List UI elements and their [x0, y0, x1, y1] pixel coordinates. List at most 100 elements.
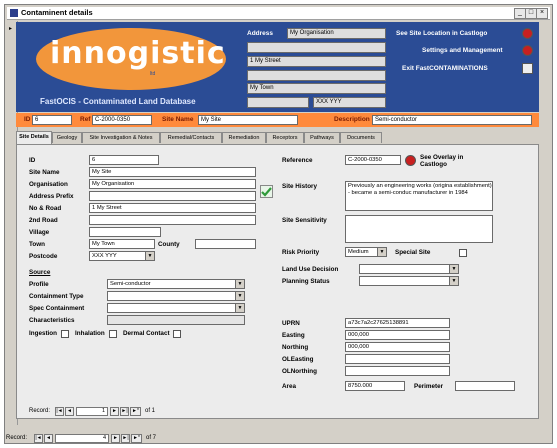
- area-label: Area: [282, 383, 297, 390]
- containment-type-dropdown[interactable]: ▼: [107, 291, 245, 301]
- outer-record-count: of 7: [146, 435, 157, 441]
- inner-record-number[interactable]: 1: [76, 407, 108, 416]
- inner-record-count: of 1: [145, 408, 156, 414]
- county-field[interactable]: [195, 239, 256, 249]
- special-site-checkbox[interactable]: [459, 249, 467, 257]
- dermal-contact-label: Dermal Contact: [123, 330, 170, 337]
- chevron-down-icon[interactable]: ▼: [145, 252, 154, 260]
- postcode-field[interactable]: XXX YYY ▼: [89, 251, 155, 261]
- reference-field[interactable]: C-2000-0350: [345, 155, 401, 165]
- address-postcode-b[interactable]: XXX YYY: [313, 97, 386, 108]
- planning-status-dropdown[interactable]: ▼: [359, 276, 459, 286]
- chevron-down-icon[interactable]: ▼: [235, 292, 244, 300]
- containment-type-label: Containment Type: [29, 293, 84, 300]
- uprn-field[interactable]: a73c7a2c27625138891: [345, 318, 450, 328]
- oleasting-label: OLEasting: [282, 356, 314, 363]
- site-name-form-field[interactable]: My Site: [89, 167, 256, 177]
- site-name-field[interactable]: My Site: [198, 115, 298, 125]
- characteristics-field[interactable]: [107, 315, 245, 325]
- see-site-location-link[interactable]: See Site Location in Castlogo: [396, 30, 487, 37]
- profile-label: Profile: [29, 281, 49, 288]
- tab-site-details[interactable]: Site Details: [16, 131, 52, 144]
- logo-text: innogistic: [50, 36, 226, 71]
- address-line5[interactable]: My Town: [247, 83, 386, 94]
- inner-last-record-button[interactable]: ►|: [120, 407, 129, 416]
- ingestion-checkbox[interactable]: [61, 330, 69, 338]
- outer-last-record-button[interactable]: ►|: [121, 434, 130, 443]
- outer-first-record-button[interactable]: |◄: [34, 434, 43, 443]
- site-details-panel: ID 6 Site Name My Site Organisation My O…: [16, 144, 539, 419]
- oleasting-field[interactable]: [345, 354, 450, 364]
- outer-record-number[interactable]: 4: [55, 434, 109, 443]
- tab-receptors[interactable]: Receptors: [266, 132, 304, 143]
- reference-bar: ID 6 Ref C-2000-0350 Site Name My Site D…: [16, 113, 539, 127]
- checkmark-icon[interactable]: [260, 185, 273, 198]
- settings-link[interactable]: Settings and Management: [422, 47, 503, 54]
- olnorthing-field[interactable]: [345, 366, 450, 376]
- tab-site-investigation[interactable]: Site Investigation & Notes: [82, 132, 160, 143]
- outer-new-record-button[interactable]: ►*: [131, 434, 142, 443]
- close-button[interactable]: ×: [536, 8, 548, 19]
- chevron-down-icon[interactable]: ▼: [235, 280, 244, 288]
- inner-first-record-button[interactable]: |◄: [55, 407, 64, 416]
- tab-geology[interactable]: Geology: [52, 132, 82, 143]
- site-history-label: Site History: [282, 183, 317, 190]
- tab-documents[interactable]: Documents: [340, 132, 382, 143]
- inner-new-record-button[interactable]: ►*: [130, 407, 141, 416]
- globe-icon[interactable]: [522, 28, 533, 39]
- planning-status-label: Planning Status: [282, 278, 330, 285]
- exit-icon[interactable]: [522, 63, 533, 74]
- inner-prev-record-button[interactable]: ◄: [65, 407, 74, 416]
- town-field[interactable]: My Town: [89, 239, 155, 249]
- outer-prev-record-button[interactable]: ◄: [44, 434, 53, 443]
- dermal-contact-checkbox[interactable]: [173, 330, 181, 338]
- perimeter-field[interactable]: [455, 381, 515, 391]
- address-line1[interactable]: My Organisation: [287, 28, 386, 39]
- app-tagline: FastOCIS - Contaminated Land Database: [40, 97, 196, 106]
- address-line3[interactable]: 1 My Street: [247, 56, 386, 67]
- settings-icon[interactable]: [522, 45, 533, 56]
- address-postcode-a[interactable]: [247, 97, 309, 108]
- address-line4[interactable]: [247, 70, 386, 81]
- special-site-label: Special Site: [395, 249, 431, 256]
- exit-link[interactable]: Exit FastCONTAMINATIONS: [402, 65, 488, 72]
- id-form-field[interactable]: 6: [89, 155, 159, 165]
- chevron-down-icon[interactable]: ▼: [449, 277, 458, 285]
- no-road-label: No & Road: [29, 205, 62, 212]
- easting-label: Easting: [282, 332, 305, 339]
- tab-pathways[interactable]: Pathways: [304, 132, 340, 143]
- ref-field[interactable]: C-2000-0350: [92, 115, 152, 125]
- tab-remedial-contacts[interactable]: Remedial/Contacts: [160, 132, 222, 143]
- site-sensitivity-field[interactable]: [345, 215, 493, 243]
- address-prefix-field[interactable]: [89, 191, 256, 201]
- inner-record-label: Record:: [29, 408, 51, 414]
- northing-field[interactable]: 000,000: [345, 342, 450, 352]
- chevron-down-icon[interactable]: ▼: [235, 304, 244, 312]
- site-name-label: Site Name: [162, 116, 194, 123]
- risk-priority-dropdown[interactable]: Medium ▼: [345, 247, 387, 257]
- easting-field[interactable]: 000,000: [345, 330, 450, 340]
- see-overlay-link[interactable]: See Overlay in Castlogo: [420, 154, 490, 168]
- id-field[interactable]: 6: [32, 115, 72, 125]
- address-line2[interactable]: [247, 42, 386, 53]
- spec-containment-dropdown[interactable]: ▼: [107, 303, 245, 313]
- inhalation-checkbox[interactable]: [109, 330, 117, 338]
- description-field[interactable]: Semi-conductor: [372, 115, 532, 125]
- chevron-down-icon[interactable]: ▼: [449, 265, 458, 273]
- outer-next-record-button[interactable]: ►: [111, 434, 120, 443]
- village-field[interactable]: [89, 227, 161, 237]
- area-field[interactable]: 8750.000: [345, 381, 405, 391]
- overlay-icon[interactable]: [405, 155, 416, 166]
- tab-remediation[interactable]: Remediation: [222, 132, 266, 143]
- profile-dropdown[interactable]: Semi-conductor ▼: [107, 279, 245, 289]
- outer-record-navigator: Record: |◄ ◄ 4 ► ►| ►* of 7: [6, 434, 206, 444]
- site-history-field[interactable]: Previously an engineering works (origina…: [345, 181, 493, 211]
- no-road-field[interactable]: 1 My Street: [89, 203, 256, 213]
- second-road-field[interactable]: [89, 215, 256, 225]
- record-pointer-icon: ▸: [9, 26, 13, 32]
- organisation-field[interactable]: My Organisation: [89, 179, 256, 189]
- chevron-down-icon[interactable]: ▼: [377, 248, 386, 256]
- inner-next-record-button[interactable]: ►: [110, 407, 119, 416]
- land-use-dropdown[interactable]: ▼: [359, 264, 459, 274]
- id-form-label: ID: [29, 157, 36, 164]
